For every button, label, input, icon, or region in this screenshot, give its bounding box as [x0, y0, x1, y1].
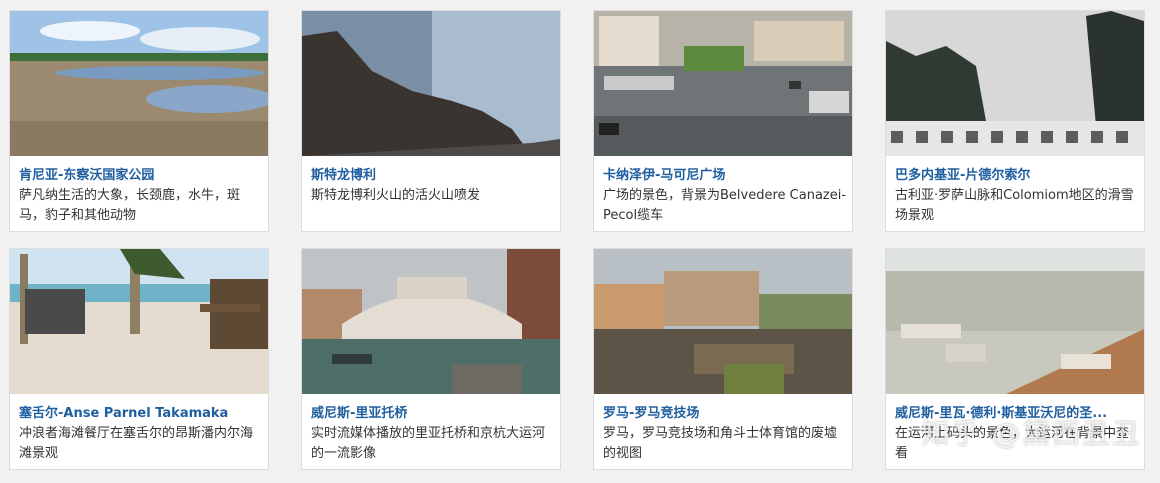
card-description: 斯特龙博利火山的活火山喷发 — [311, 188, 481, 203]
card-title[interactable]: 斯特龙博利 — [311, 164, 557, 183]
webcam-thumbnail[interactable] — [886, 11, 1144, 156]
webcam-card-rialto[interactable]: 威尼斯-里亚托桥 实时流媒体播放的里亚托桥和京杭大运河的一流影像 — [301, 248, 561, 470]
card-title[interactable]: 罗马-罗马竞技场 — [603, 402, 849, 421]
card-title[interactable]: 巴多内基亚-片德尔索尔 — [895, 164, 1141, 183]
webcam-grid: 肯尼亚-东察沃国家公园 萨凡纳生活的大象，长颈鹿，水牛，斑马，豹子和其他动物 斯… — [0, 0, 1160, 483]
card-title[interactable]: 卡纳泽伊-马可尼广场 — [603, 164, 849, 183]
card-description: 广场的景色，背景为Belvedere Canazei-Pecol缆车 — [603, 188, 847, 223]
webcam-card-stromboli[interactable]: 斯特龙博利 斯特龙博利火山的活火山喷发 — [301, 10, 561, 232]
webcam-thumbnail[interactable] — [10, 11, 268, 156]
card-title[interactable]: 肯尼亚-东察沃国家公园 — [19, 164, 265, 183]
card-title[interactable]: 塞舌尔-Anse Parnel Takamaka — [19, 402, 265, 421]
webcam-thumbnail[interactable] — [302, 11, 560, 156]
webcam-thumbnail[interactable] — [594, 11, 852, 156]
webcam-card-riva-schiavoni[interactable]: 威尼斯-里瓦·德利·斯基亚沃尼的圣... 在运河上码头的景色，大运河在背景中查看 — [885, 248, 1145, 470]
webcam-card-seychelles[interactable]: 塞舌尔-Anse Parnel Takamaka 冲浪者海滩餐厅在塞舌尔的昂斯潘… — [9, 248, 269, 470]
webcam-card-colosseum[interactable]: 罗马-罗马竞技场 罗马，罗马竞技场和角斗士体育馆的废墟的视图 — [593, 248, 853, 470]
webcam-thumbnail[interactable] — [594, 249, 852, 394]
card-description: 萨凡纳生活的大象，长颈鹿，水牛，斑马，豹子和其他动物 — [19, 188, 241, 223]
card-description: 冲浪者海滩餐厅在塞舌尔的昂斯潘内尔海滩景观 — [19, 426, 254, 461]
webcam-thumbnail[interactable] — [886, 249, 1144, 394]
webcam-card-kenya[interactable]: 肯尼亚-东察沃国家公园 萨凡纳生活的大象，长颈鹿，水牛，斑马，豹子和其他动物 — [9, 10, 269, 232]
webcam-thumbnail[interactable] — [10, 249, 268, 394]
webcam-card-bardonecchia[interactable]: 巴多内基亚-片德尔索尔 古利亚·罗萨山脉和Colomiom地区的滑雪场景观 — [885, 10, 1145, 232]
card-description: 实时流媒体播放的里亚托桥和京杭大运河的一流影像 — [311, 426, 546, 461]
card-title[interactable]: 威尼斯-里瓦·德利·斯基亚沃尼的圣... — [895, 402, 1141, 421]
card-description: 古利亚·罗萨山脉和Colomiom地区的滑雪场景观 — [895, 188, 1134, 223]
card-description: 在运河上码头的景色，大运河在背景中查看 — [895, 426, 1130, 461]
webcam-card-canazei[interactable]: 卡纳泽伊-马可尼广场 广场的景色，背景为Belvedere Canazei-Pe… — [593, 10, 853, 232]
card-description: 罗马，罗马竞技场和角斗士体育馆的废墟的视图 — [603, 426, 838, 461]
webcam-thumbnail[interactable] — [302, 249, 560, 394]
card-title[interactable]: 威尼斯-里亚托桥 — [311, 402, 557, 421]
